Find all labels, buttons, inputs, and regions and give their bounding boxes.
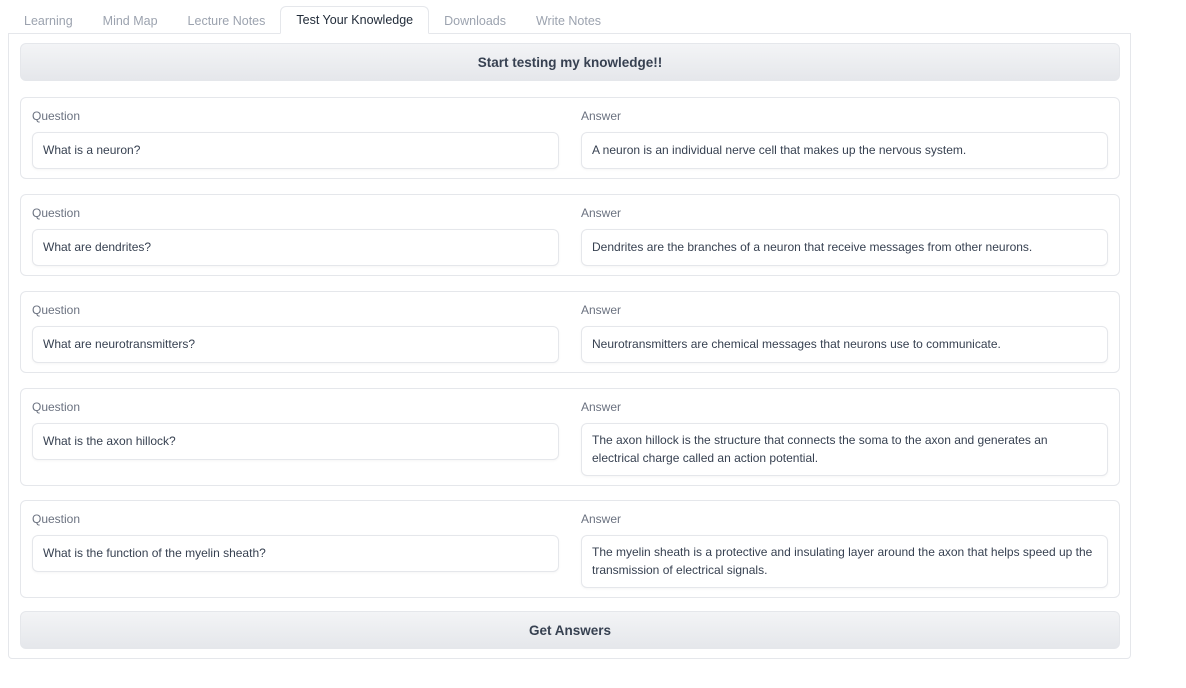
question-field[interactable]: What is the axon hillock?: [32, 423, 559, 460]
get-answers-button[interactable]: Get Answers: [20, 611, 1120, 649]
question-field[interactable]: What are neurotransmitters?: [32, 326, 559, 363]
answer-label: Answer: [581, 400, 622, 414]
question-field[interactable]: What is the function of the myelin sheat…: [32, 535, 559, 572]
answer-field[interactable]: The myelin sheath is a protective and in…: [581, 535, 1108, 588]
question-field[interactable]: What is a neuron?: [32, 132, 559, 169]
qa-card-4: Question Answer What is the axon hillock…: [20, 388, 1120, 486]
tab-lecture-notes[interactable]: Lecture Notes: [173, 8, 281, 34]
question-label: Question: [32, 303, 81, 317]
tab-mind-map[interactable]: Mind Map: [88, 8, 173, 34]
question-label: Question: [32, 206, 81, 220]
tab-bar: Learning Mind Map Lecture Notes Test You…: [9, 6, 616, 34]
answer-label: Answer: [581, 512, 622, 526]
qa-card-1: Question Answer What is a neuron? A neur…: [20, 97, 1120, 179]
start-testing-button[interactable]: Start testing my knowledge!!: [20, 43, 1120, 81]
tab-test-your-knowledge[interactable]: Test Your Knowledge: [280, 6, 430, 34]
qa-card-5: Question Answer What is the function of …: [20, 500, 1120, 598]
question-label: Question: [32, 512, 81, 526]
answer-field[interactable]: Dendrites are the branches of a neuron t…: [581, 229, 1108, 266]
answer-field[interactable]: The axon hillock is the structure that c…: [581, 423, 1108, 476]
qa-card-2: Question Answer What are dendrites? Dend…: [20, 194, 1120, 276]
qa-card-3: Question Answer What are neurotransmitte…: [20, 291, 1120, 373]
tab-downloads[interactable]: Downloads: [429, 8, 521, 34]
answer-field[interactable]: Neurotransmitters are chemical messages …: [581, 326, 1108, 363]
question-label: Question: [32, 109, 81, 123]
tab-learning[interactable]: Learning: [9, 8, 88, 34]
question-label: Question: [32, 400, 81, 414]
question-field[interactable]: What are dendrites?: [32, 229, 559, 266]
answer-field[interactable]: A neuron is an individual nerve cell tha…: [581, 132, 1108, 169]
test-knowledge-panel: Start testing my knowledge!! Question An…: [8, 33, 1131, 659]
answer-label: Answer: [581, 303, 622, 317]
answer-label: Answer: [581, 206, 622, 220]
tab-write-notes[interactable]: Write Notes: [521, 8, 616, 34]
answer-label: Answer: [581, 109, 622, 123]
